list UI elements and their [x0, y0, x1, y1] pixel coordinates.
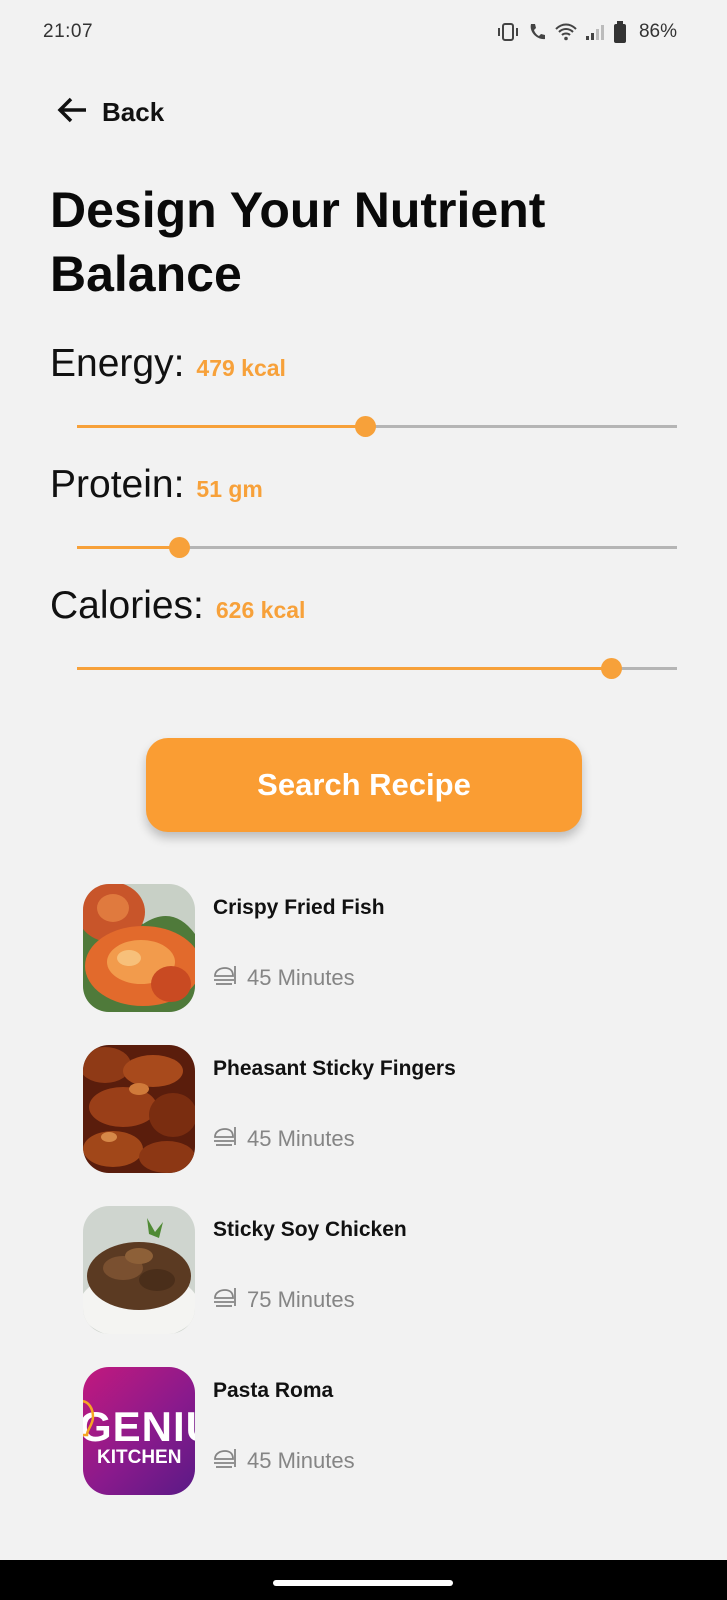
status-icons: 86%	[497, 21, 677, 43]
status-bar: 21:07 86%	[0, 0, 727, 64]
energy-value: 479 kcal	[196, 355, 286, 381]
search-recipe-button[interactable]: Search Recipe	[146, 738, 582, 832]
recipe-name: Sticky Soy Chicken	[213, 1218, 407, 1241]
recipe-item[interactable]: Sticky Soy Chicken 75 Minutes	[83, 1206, 683, 1334]
system-nav-bar	[0, 1560, 727, 1600]
vibrate-icon	[497, 23, 519, 41]
recipe-name: Pheasant Sticky Fingers	[213, 1057, 456, 1080]
recipe-time: 45 Minutes	[213, 1125, 355, 1153]
protein-label: Protein:	[50, 463, 185, 506]
energy-label: Energy:	[50, 342, 185, 385]
bulb-icon	[83, 1399, 95, 1437]
screen: 21:07 86% Back Design Your Nutrient Bala…	[0, 0, 727, 1600]
recipe-time: 75 Minutes	[213, 1286, 355, 1314]
recipe-item[interactable]: Pheasant Sticky Fingers 45 Minutes	[83, 1045, 683, 1173]
slider-thumb[interactable]	[355, 416, 376, 437]
logo-text-genius: GENIU	[83, 1403, 195, 1450]
slider-thumb[interactable]	[169, 537, 190, 558]
calories-slider[interactable]	[77, 658, 677, 680]
recipe-time-text: 45 Minutes	[247, 1448, 355, 1473]
recipe-time: 45 Minutes	[213, 964, 355, 992]
slider-fill	[77, 546, 179, 549]
recipe-item[interactable]: GENIU KITCHEN Pasta Roma 45 Minutes	[83, 1367, 683, 1495]
battery-percent: 86%	[638, 21, 677, 42]
arrow-left-icon	[56, 96, 88, 129]
signal-icon	[585, 23, 605, 41]
recipe-item[interactable]: Crispy Fried Fish 45 Minutes	[83, 884, 683, 1012]
protein-control: Protein: 51 gm	[50, 463, 690, 558]
page-title: Design Your Nutrient Balance	[50, 182, 546, 302]
recipe-image-sticky-fingers	[83, 1045, 195, 1173]
slider-fill	[77, 425, 365, 428]
calories-control: Calories: 626 kcal	[50, 584, 690, 679]
slider-fill	[77, 667, 611, 670]
slider-thumb[interactable]	[601, 658, 622, 679]
home-gesture-handle[interactable]	[273, 1580, 453, 1586]
recipe-time: 45 Minutes	[213, 1447, 355, 1475]
logo-text-kitchen: KITCHEN	[97, 1447, 182, 1468]
back-button[interactable]: Back	[56, 96, 164, 129]
recipe-time-text: 75 Minutes	[247, 1287, 355, 1312]
cooking-time-icon	[213, 1286, 237, 1314]
recipe-name: Pasta Roma	[213, 1379, 334, 1402]
energy-slider[interactable]	[77, 416, 677, 438]
genius-kitchen-logo: GENIU KITCHEN	[83, 1367, 195, 1495]
recipe-image-fried-fish	[83, 884, 195, 1012]
recipe-time-text: 45 Minutes	[247, 1126, 355, 1151]
recipe-name: Crispy Fried Fish	[213, 896, 385, 919]
recipe-image-soy-chicken	[83, 1206, 195, 1334]
calories-value: 626 kcal	[215, 597, 306, 623]
back-label: Back	[102, 97, 165, 127]
cooking-time-icon	[213, 1447, 237, 1475]
energy-control: Energy: 479 kcal	[50, 342, 690, 437]
recipe-time-text: 45 Minutes	[247, 965, 355, 990]
status-time: 21:07	[43, 21, 94, 42]
protein-slider[interactable]	[77, 537, 677, 559]
cooking-time-icon	[213, 1125, 237, 1153]
cooking-time-icon	[213, 964, 237, 992]
calories-label: Calories:	[50, 584, 204, 627]
call-wifi-icon	[527, 22, 547, 42]
battery-icon	[613, 21, 627, 43]
wifi-icon	[555, 23, 577, 41]
protein-value: 51 gm	[196, 476, 263, 502]
